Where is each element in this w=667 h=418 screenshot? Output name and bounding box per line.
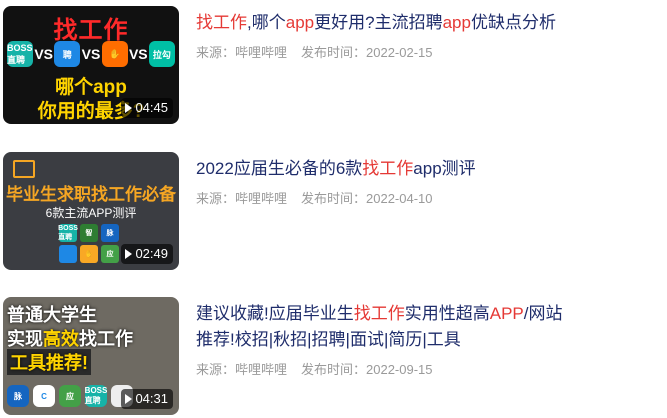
duration-badge: 04:45: [121, 98, 173, 118]
title-text: 优缺点分析: [470, 13, 556, 32]
video-item[interactable]: 毕业生求职找工作必备 6款主流APP测评 BOSS直聘 智 脉 ✋ 应 02:4…: [0, 152, 667, 270]
title-text: 更好用?主流招聘: [314, 13, 443, 32]
video-thumbnail[interactable]: 普通大学生 实现高效找工作 工具推荐! 脉 C 应 BOSS直聘 04:31: [3, 297, 179, 415]
c-app-icon: C: [33, 385, 55, 407]
title-text: app测评: [413, 159, 476, 178]
vs-label: VS: [81, 46, 101, 62]
book-icon: [13, 160, 35, 178]
boss-app-icon: BOSS直聘: [58, 224, 78, 242]
source-text: 来源：哔哩哔哩: [196, 45, 288, 60]
video-list: 找工作 BOSS直聘 VS 聘 VS ✋ VS 拉勾 哪个app 你用的最多? …: [0, 0, 667, 418]
thumb-title-part: 高效: [43, 329, 79, 349]
boss-app-icon: BOSS直聘: [7, 41, 33, 67]
title-highlight: app: [285, 13, 315, 32]
video-meta: 来源：哔哩哔哩 发布时间：2022-02-15: [196, 42, 576, 61]
thumb-title: 普通大学生: [7, 305, 97, 325]
thumb-title-part: 实现: [7, 329, 43, 349]
thumb-icon-row: BOSS直聘 VS 聘 VS ✋ VS 拉勾: [7, 40, 175, 68]
thumb-subtitle: 6款主流APP测评: [45, 206, 137, 220]
thumb-title-part: 找工作: [79, 329, 133, 349]
thumb-subtitle: 工具推荐!: [7, 349, 91, 375]
lagou-app-icon: 拉勾: [148, 41, 175, 67]
title-highlight: app: [442, 13, 471, 32]
thumb-subtitle: 哪个app: [55, 77, 127, 98]
video-meta: 来源：哔哩哔哩 发布时间：2022-04-10: [196, 188, 576, 207]
zhilian-app-icon: 智: [80, 224, 98, 242]
ying-app-icon: 应: [59, 385, 81, 407]
duration-text: 02:49: [135, 246, 168, 261]
hand-app-icon: ✋: [80, 245, 98, 263]
play-icon: [125, 394, 133, 404]
play-icon: [125, 249, 133, 259]
thumb-title: 毕业生求职找工作必备: [6, 185, 176, 204]
duration-text: 04:31: [135, 391, 168, 406]
video-title-link[interactable]: 建议收藏!应届毕业生找工作实用性超高APP/网站推荐!校招|秋招|招聘|面试|简…: [196, 301, 576, 353]
vs-label: VS: [34, 46, 53, 62]
video-thumbnail[interactable]: 毕业生求职找工作必备 6款主流APP测评 BOSS直聘 智 脉 ✋ 应 02:4…: [3, 152, 179, 270]
boss-app-icon: BOSS直聘: [84, 385, 108, 407]
date-text: 发布时间：2022-09-15: [301, 362, 433, 377]
zhaopin-app-icon: 聘: [54, 41, 81, 67]
title-text: 实用性超高: [404, 304, 490, 323]
title-text: 2022应届生必备的6款: [196, 159, 363, 178]
video-item[interactable]: 找工作 BOSS直聘 VS 聘 VS ✋ VS 拉勾 哪个app 你用的最多? …: [0, 6, 667, 124]
video-thumbnail[interactable]: 找工作 BOSS直聘 VS 聘 VS ✋ VS 拉勾 哪个app 你用的最多? …: [3, 6, 179, 124]
video-meta: 来源：哔哩哔哩 发布时间：2022-09-15: [196, 359, 576, 378]
title-highlight: 找工作: [353, 304, 405, 323]
hand-app-icon: ✋: [101, 41, 128, 67]
title-highlight: 找工作: [362, 159, 414, 178]
date-text: 发布时间：2022-02-15: [301, 45, 433, 60]
date-text: 发布时间：2022-04-10: [301, 191, 433, 206]
video-item[interactable]: 普通大学生 实现高效找工作 工具推荐! 脉 C 应 BOSS直聘 04:31 建…: [0, 297, 667, 415]
video-info: 找工作,哪个app更好用?主流招聘app优缺点分析 来源：哔哩哔哩 发布时间：20…: [196, 10, 576, 61]
thumb-title: 实现高效找工作: [7, 325, 133, 351]
source-text: 来源：哔哩哔哩: [196, 362, 288, 377]
duration-badge: 04:31: [121, 389, 173, 409]
title-text: ,哪个: [247, 13, 286, 32]
maimai-app-icon: 脉: [7, 385, 29, 407]
play-icon: [125, 103, 133, 113]
title-text: 建议收藏!应届毕业生: [196, 304, 354, 323]
job-app-icon: [59, 245, 77, 263]
duration-text: 04:45: [135, 100, 168, 115]
video-info: 建议收藏!应届毕业生找工作实用性超高APP/网站推荐!校招|秋招|招聘|面试|简…: [196, 301, 576, 378]
source-text: 来源：哔哩哔哩: [196, 191, 288, 206]
duration-badge: 02:49: [121, 244, 173, 264]
ying-app-icon: 应: [101, 245, 119, 263]
title-highlight: APP: [489, 304, 524, 323]
video-title-link[interactable]: 找工作,哪个app更好用?主流招聘app优缺点分析: [196, 10, 576, 36]
vs-label: VS: [128, 46, 148, 62]
title-highlight: 找工作: [196, 13, 247, 32]
video-title-link[interactable]: 2022应届生必备的6款找工作app测评: [196, 156, 576, 182]
thumb-icon-row: 脉 C 应 BOSS直聘: [7, 385, 133, 407]
video-info: 2022应届生必备的6款找工作app测评 来源：哔哩哔哩 发布时间：2022-04…: [196, 156, 576, 207]
maimai-app-icon: 脉: [101, 224, 119, 242]
